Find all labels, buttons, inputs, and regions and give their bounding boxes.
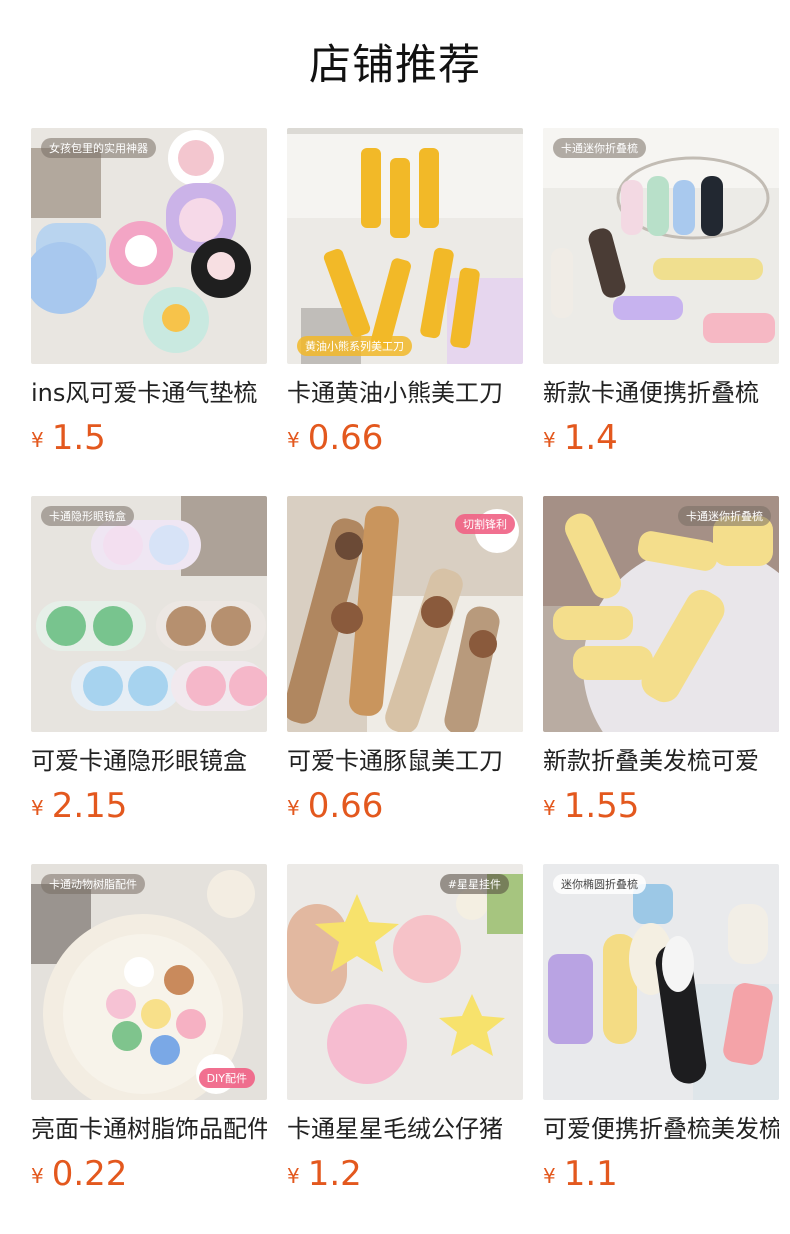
image-caption: 女孩包里的实用神器 [41,138,156,158]
product-price: ¥1.2 [287,1152,523,1196]
product-price: ¥0.22 [31,1152,267,1196]
product-title[interactable]: 卡通星星毛绒公仔猪 [287,1112,523,1146]
product-title[interactable]: ins风可爱卡通气垫梳 [31,376,267,410]
product-card[interactable]: 卡通动物树脂配件 DIY配件 亮面卡通树脂饰品配件 ¥0.22 [31,864,267,1200]
product-image-art [31,864,267,1100]
product-price: ¥1.5 [31,416,267,460]
image-caption: #星星挂件 [439,874,509,894]
price-value: 0.66 [307,418,384,458]
product-image[interactable]: 卡通动物树脂配件 DIY配件 [31,864,267,1100]
product-title[interactable]: 卡通黄油小熊美工刀 [287,376,523,410]
product-image[interactable]: 卡通隐形眼镜盒 [31,496,267,732]
currency-symbol: ¥ [31,796,44,820]
currency-symbol: ¥ [287,796,300,820]
product-image[interactable]: 迷你椭圆折叠梳 [543,864,779,1100]
product-title[interactable]: 亮面卡通树脂饰品配件 [31,1112,267,1146]
product-title[interactable]: 可爱卡通隐形眼镜盒 [31,744,267,778]
product-card[interactable]: #星星挂件 卡通星星毛绒公仔猪 ¥1.2 [287,864,523,1200]
product-image[interactable]: 女孩包里的实用神器 [31,128,267,364]
product-price: ¥0.66 [287,416,523,460]
image-tag: DIY配件 [198,1068,255,1088]
price-value: 0.22 [51,1154,128,1194]
product-image-art [543,128,779,364]
product-title[interactable]: 可爱便携折叠梳美发梳 [543,1112,779,1146]
product-card[interactable]: 女孩包里的实用神器 ins风可爱卡通气垫梳 ¥1.5 [31,128,267,464]
product-image-art [287,128,523,364]
product-image-art [543,864,779,1100]
image-caption: 迷你椭圆折叠梳 [553,874,646,894]
product-image[interactable]: 切割锋利 [287,496,523,732]
product-title[interactable]: 新款卡通便携折叠梳 [543,376,779,410]
product-title[interactable]: 可爱卡通豚鼠美工刀 [287,744,523,778]
product-image[interactable]: 黄油小熊系列美工刀 [287,128,523,364]
product-card[interactable]: 卡通迷你折叠梳 新款折叠美发梳可爱 ¥1.55 [543,496,779,832]
product-card[interactable]: 迷你椭圆折叠梳 可爱便携折叠梳美发梳 ¥1.1 [543,864,779,1200]
product-grid: 女孩包里的实用神器 ins风可爱卡通气垫梳 ¥1.5 黄油小熊系列美工刀 卡通黄… [31,128,790,1200]
price-value: 1.1 [563,1154,618,1194]
product-card[interactable]: 卡通迷你折叠梳 新款卡通便携折叠梳 ¥1.4 [543,128,779,464]
price-value: 1.5 [51,418,106,458]
product-price: ¥1.55 [543,784,779,828]
product-price: ¥2.15 [31,784,267,828]
price-value: 1.55 [563,786,640,826]
product-title[interactable]: 新款折叠美发梳可爱 [543,744,779,778]
product-image[interactable]: #星星挂件 [287,864,523,1100]
currency-symbol: ¥ [287,428,300,452]
price-value: 0.66 [307,786,384,826]
product-price: ¥1.1 [543,1152,779,1196]
product-card[interactable]: 卡通隐形眼镜盒 可爱卡通隐形眼镜盒 ¥2.15 [31,496,267,832]
price-value: 1.2 [307,1154,362,1194]
product-image-art [287,864,523,1100]
image-caption: 卡通动物树脂配件 [41,874,145,894]
currency-symbol: ¥ [543,796,556,820]
product-image-art [31,496,267,732]
product-card[interactable]: 切割锋利 可爱卡通豚鼠美工刀 ¥0.66 [287,496,523,832]
product-price: ¥1.4 [543,416,779,460]
currency-symbol: ¥ [31,1164,44,1188]
price-value: 1.4 [563,418,618,458]
image-caption: 卡通迷你折叠梳 [553,138,646,158]
product-image-art [31,128,267,364]
image-caption: 黄油小熊系列美工刀 [297,336,412,356]
product-image[interactable]: 卡通迷你折叠梳 [543,496,779,732]
product-price: ¥0.66 [287,784,523,828]
store-recommendations-page: 店铺推荐 女孩包里的实用神器 ins风可爱卡通气垫梳 ¥ 1.5 黄油小熊系列美… [0,0,790,1234]
currency-symbol: ¥ [543,1164,556,1188]
currency-symbol: ¥ [31,428,44,452]
currency-symbol: ¥ [287,1164,300,1188]
image-tag: 切割锋利 [455,514,515,534]
price-value: 2.15 [51,786,128,826]
page-title: 店铺推荐 [308,40,481,89]
image-caption: 卡通隐形眼镜盒 [41,506,134,526]
product-image-art [543,496,779,732]
image-caption: 卡通迷你折叠梳 [678,506,771,526]
product-card[interactable]: 黄油小熊系列美工刀 卡通黄油小熊美工刀 ¥0.66 [287,128,523,464]
currency-symbol: ¥ [543,428,556,452]
product-image[interactable]: 卡通迷你折叠梳 [543,128,779,364]
